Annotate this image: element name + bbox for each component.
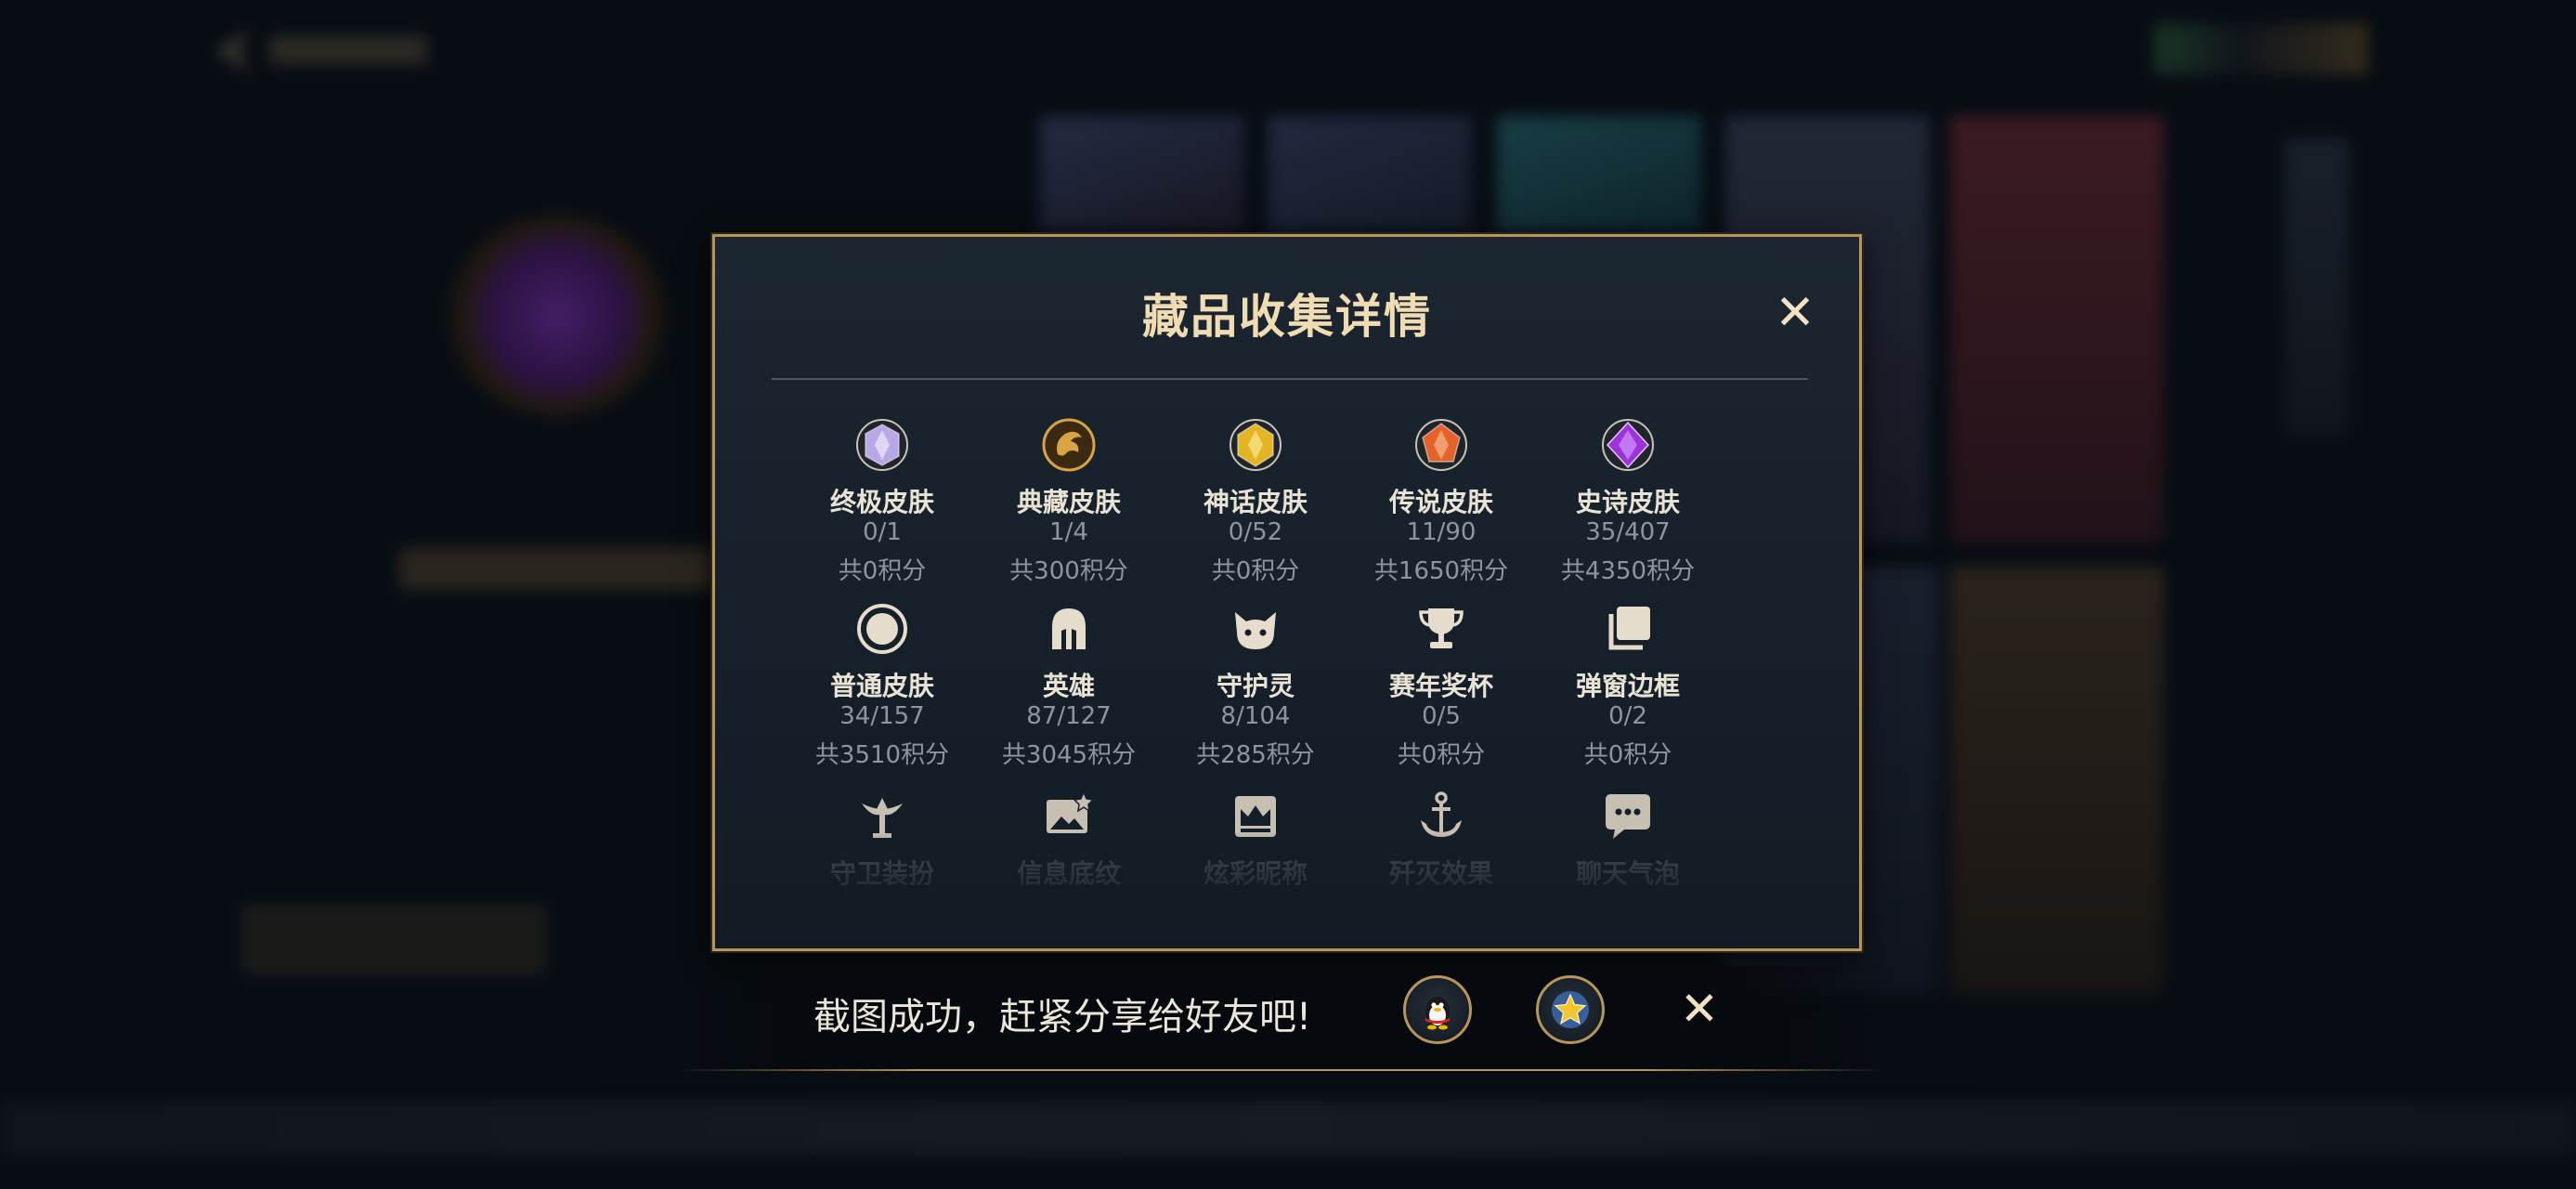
collection-item-name: 典藏皮肤 — [1016, 487, 1121, 517]
collector-skin-icon — [1041, 417, 1097, 473]
collection-item-name: 赛年奖杯 — [1388, 671, 1493, 701]
collection-item-name: 史诗皮肤 — [1575, 487, 1680, 517]
collection-item-name: 终极皮肤 — [829, 487, 934, 517]
legend-skin-icon — [1413, 417, 1469, 473]
qq-penguin-icon — [1425, 997, 1450, 1030]
collection-item-name: 守护灵 — [1216, 671, 1295, 701]
collection-item-points: 共3045积分 — [1001, 741, 1137, 769]
collection-item-name: 聊天气泡 — [1575, 858, 1680, 889]
epic-skin-icon — [1600, 417, 1656, 473]
guardian-spirit-icon — [1228, 601, 1283, 657]
star-icon — [1552, 991, 1589, 1028]
collection-item-points: 共300积分 — [1009, 557, 1128, 585]
collection-item-count: 1/4 — [1049, 518, 1088, 546]
collection-item[interactable]: 典藏皮肤 1/4 共300积分 — [976, 417, 1162, 594]
collection-item-count: 0/1 — [863, 518, 902, 546]
collection-item-name: 神话皮肤 — [1203, 487, 1308, 517]
collection-item[interactable]: 信息底纹 — [976, 789, 1162, 965]
collection-item-count: 11/90 — [1406, 518, 1477, 546]
collection-item-name: 炫彩昵称 — [1203, 858, 1308, 889]
collection-item[interactable]: 普通皮肤 34/157 共3510积分 — [789, 601, 975, 777]
collection-item-points: 共3510积分 — [814, 741, 950, 769]
collection-item[interactable]: 歼灭效果 — [1348, 789, 1534, 965]
collection-item-name: 英雄 — [1042, 671, 1095, 701]
collection-item-count: 8/104 — [1220, 702, 1291, 730]
collection-item-name: 传说皮肤 — [1388, 487, 1493, 517]
collection-item-count: 34/157 — [839, 702, 925, 730]
annihilation-effect-icon — [1413, 789, 1469, 844]
ward-skin-icon — [854, 789, 910, 844]
popup-frame-icon — [1600, 601, 1656, 657]
collection-item[interactable]: 史诗皮肤 35/407 共4350积分 — [1535, 417, 1721, 594]
collection-item[interactable]: 守护灵 8/104 共285积分 — [1163, 601, 1348, 777]
ultimate-skin-icon — [854, 417, 910, 473]
trophy-icon — [1413, 601, 1469, 657]
collection-item-count: 35/407 — [1585, 518, 1671, 546]
normal-skin-icon — [854, 601, 910, 657]
collection-item[interactable]: 赛年奖杯 0/5 共0积分 — [1348, 601, 1534, 777]
collection-item-count: 0/5 — [1422, 702, 1461, 730]
collection-item[interactable]: 终极皮肤 0/1 共0积分 — [789, 417, 975, 594]
collection-item[interactable]: 弹窗边框 0/2 共0积分 — [1535, 601, 1721, 777]
collection-item[interactable]: 聊天气泡 — [1535, 789, 1721, 965]
collection-item[interactable]: 炫彩昵称 — [1163, 789, 1348, 965]
collection-item-name: 歼灭效果 — [1388, 858, 1493, 889]
collection-item-name: 信息底纹 — [1016, 858, 1121, 889]
mythic-skin-icon — [1228, 417, 1283, 473]
collection-item-points: 共0积分 — [1397, 741, 1486, 769]
chat-bubble-icon — [1600, 789, 1656, 844]
collection-item[interactable]: 神话皮肤 0/52 共0积分 — [1163, 417, 1348, 594]
collection-item-name: 普通皮肤 — [829, 671, 934, 701]
toast-close-button[interactable]: ✕ — [1672, 981, 1727, 1037]
collection-item[interactable]: 传说皮肤 11/90 共1650积分 — [1348, 417, 1534, 594]
collection-item-points: 共285积分 — [1196, 741, 1315, 769]
collection-item-points: 共1650积分 — [1373, 557, 1509, 585]
collection-item-name: 弹窗边框 — [1575, 671, 1680, 701]
collection-item-points: 共4350积分 — [1560, 557, 1696, 585]
close-icon: ✕ — [1680, 982, 1719, 1036]
collection-grid: 终极皮肤 0/1 共0积分 典藏皮肤 1/4 共300积分 神话皮肤 0/52 共0积分 传说皮肤… — [715, 237, 1859, 948]
toast-divider — [678, 1069, 1885, 1071]
hero-helmet-icon — [1041, 601, 1097, 657]
colorful-nickname-icon — [1228, 789, 1283, 844]
collection-item-name: 守卫装扮 — [829, 858, 934, 889]
share-favorite-button[interactable] — [1536, 975, 1605, 1044]
collection-item-points: 共0积分 — [1583, 741, 1672, 769]
collection-item-count: 0/2 — [1608, 702, 1647, 730]
collection-item-count: 87/127 — [1026, 702, 1112, 730]
collection-item[interactable]: 守卫装扮 — [789, 789, 975, 965]
info-background-icon — [1041, 789, 1097, 844]
share-qq-button[interactable] — [1403, 975, 1472, 1044]
collection-item-points: 共0积分 — [838, 557, 927, 585]
toast-message: 截图成功，赶紧分享给好友吧! — [813, 996, 1312, 1039]
collection-item-count: 0/52 — [1228, 518, 1283, 546]
collection-item-points: 共0积分 — [1211, 557, 1300, 585]
collection-item[interactable]: 英雄 87/127 共3045积分 — [976, 601, 1162, 777]
collection-details-dialog: 藏品收集详情 ✕ 终极皮肤 0/1 共0积分 典藏皮肤 1/4 共300积分 神话皮肤 0/5… — [712, 234, 1862, 951]
